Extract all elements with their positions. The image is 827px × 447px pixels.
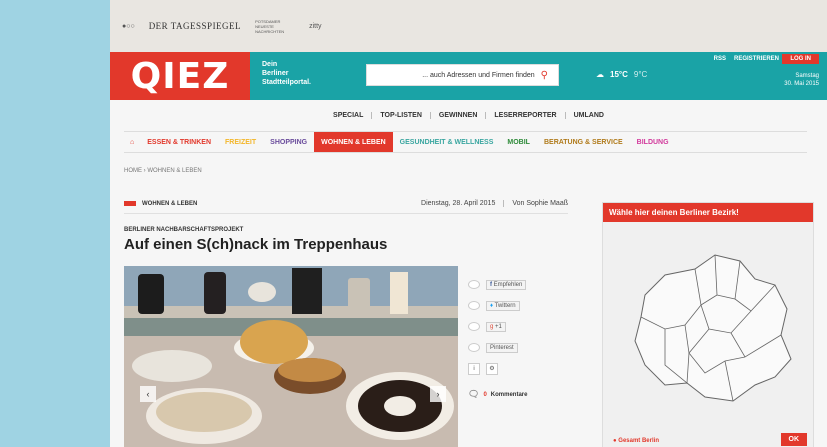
home-icon[interactable]: ⌂ bbox=[124, 132, 140, 152]
nav-mobil[interactable]: MOBIL bbox=[500, 132, 537, 152]
article-date: Dienstag, 28. April 2015 bbox=[421, 200, 496, 207]
social-share: f Empfehlen ♦ Twittern g +1 Pinterest i … bbox=[468, 274, 568, 400]
count-bubble-icon bbox=[468, 301, 480, 310]
nav-essen-trinken[interactable]: ESSEN & TRINKEN bbox=[140, 132, 218, 152]
search-placeholder: ... auch Adressen und Firmen finden bbox=[422, 71, 535, 79]
all-berlin-link[interactable]: ● Gesamt Berlin bbox=[613, 438, 659, 444]
site-tagline: Dein Berliner Stadtteilportal. bbox=[262, 61, 312, 86]
twitter-share-button[interactable]: ♦ Twittern bbox=[486, 300, 520, 311]
gallery-prev-button[interactable]: ‹ bbox=[140, 386, 156, 402]
article-headline: Auf einen S(ch)nack im Treppenhaus bbox=[124, 236, 388, 253]
register-link[interactable]: REGISTRIEREN bbox=[734, 56, 779, 62]
twitter-label: Twittern bbox=[494, 302, 516, 309]
subnav-gewinnen[interactable]: GEWINNEN bbox=[431, 112, 487, 119]
nav-wohnen-leben[interactable]: WOHNEN & LEBEN bbox=[314, 132, 393, 152]
pinterest-share-button[interactable]: Pinterest bbox=[486, 342, 518, 353]
berlin-district-map[interactable] bbox=[605, 225, 811, 425]
header-date: Samstag 30. Mai 2015 bbox=[784, 73, 819, 87]
district-selector: Wähle hier deinen Berliner Bezirk! ● Ges… bbox=[602, 202, 814, 447]
district-title: Wähle hier deinen Berliner Bezirk! bbox=[603, 203, 813, 222]
nav-bildung[interactable]: BILDUNG bbox=[630, 132, 676, 152]
settings-icon[interactable]: ⚙ bbox=[486, 362, 498, 375]
subnav-special[interactable]: SPECIAL bbox=[325, 112, 373, 119]
section-marker bbox=[124, 201, 136, 206]
comment-icon: 🗨 bbox=[468, 389, 480, 399]
browser-page: ●○○ DER TAGESSPIEGEL POTSDAMER NEUESTE N… bbox=[110, 0, 827, 447]
facebook-label: Empfehlen bbox=[493, 281, 523, 288]
nav-gesundheit-wellness[interactable]: GESUNDHEIT & WELLNESS bbox=[393, 132, 501, 152]
search-icon[interactable]: ⚲ bbox=[541, 70, 548, 81]
info-icon[interactable]: i bbox=[468, 362, 480, 375]
comments-count: 0 bbox=[483, 391, 487, 398]
gplus-icon: g bbox=[490, 323, 494, 330]
comments-link[interactable]: 🗨 0 Kommentare bbox=[468, 389, 568, 400]
twitter-icon: ♦ bbox=[490, 302, 494, 309]
main-nav: ⌂ ESSEN & TRINKEN FREIZEIT SHOPPING WOHN… bbox=[124, 131, 807, 153]
search-input[interactable]: ... auch Adressen und Firmen finden ⚲ bbox=[366, 64, 559, 86]
ok-button[interactable]: OK bbox=[780, 433, 807, 446]
publisher-bar: ●○○ DER TAGESSPIEGEL POTSDAMER NEUESTE N… bbox=[110, 0, 827, 52]
rss-link[interactable]: RSS bbox=[714, 56, 726, 62]
publisher-logo-icon: ●○○ bbox=[122, 22, 135, 30]
secondary-nav: SPECIAL TOP-LISTEN GEWINNEN LESERREPORTE… bbox=[110, 112, 827, 119]
site-logo: QIEZ bbox=[130, 55, 230, 97]
article-section[interactable]: WOHNEN & LEBEN bbox=[142, 201, 197, 207]
subnav-leserreporter[interactable]: LESERREPORTER bbox=[486, 112, 566, 119]
photo-image bbox=[124, 266, 458, 447]
article-kicker: BERLINER NACHBARSCHAFTSPROJEKT bbox=[124, 227, 244, 233]
login-button[interactable]: LOG IN bbox=[782, 54, 819, 64]
weather-widget: ☁ 15°C 9°C bbox=[596, 70, 647, 79]
account-links: RSS REGISTRIEREN bbox=[714, 56, 779, 62]
weather-temp: 15°C bbox=[610, 70, 628, 79]
pnn-link[interactable]: POTSDAMER NEUESTE NACHRICHTEN bbox=[255, 19, 295, 34]
nav-beratung-service[interactable]: BERATUNG & SERVICE bbox=[537, 132, 630, 152]
article-author: Von Sophie Maaß bbox=[503, 200, 568, 207]
tagesspiegel-link[interactable]: DER TAGESSPIEGEL bbox=[149, 21, 241, 31]
gplus-label: +1 bbox=[495, 323, 502, 330]
facebook-icon: f bbox=[490, 281, 492, 288]
facebook-share-button[interactable]: f Empfehlen bbox=[486, 279, 527, 290]
breadcrumb[interactable]: HOME › WOHNEN & LEBEN bbox=[124, 168, 202, 174]
count-bubble-icon bbox=[468, 343, 480, 352]
logo-link[interactable]: QIEZ bbox=[110, 52, 250, 100]
gallery-next-button[interactable]: › bbox=[430, 386, 446, 402]
zitty-link[interactable]: zitty bbox=[309, 23, 321, 30]
all-berlin-label: Gesamt Berlin bbox=[618, 438, 659, 444]
location-pin-icon: ● bbox=[613, 438, 617, 444]
nav-shopping[interactable]: SHOPPING bbox=[263, 132, 314, 152]
article-meta: WOHNEN & LEBEN Dienstag, 28. April 2015 … bbox=[124, 200, 568, 214]
count-bubble-icon bbox=[468, 280, 480, 289]
weather-temp-low: 9°C bbox=[633, 70, 648, 79]
nav-freizeit[interactable]: FREIZEIT bbox=[218, 132, 263, 152]
subnav-umland[interactable]: UMLAND bbox=[566, 112, 612, 119]
comments-label: Kommentare bbox=[490, 391, 528, 398]
site-header: QIEZ Dein Berliner Stadtteilportal. ... … bbox=[110, 52, 827, 100]
article-photo bbox=[124, 266, 458, 447]
cloud-icon: ☁ bbox=[596, 70, 604, 79]
count-bubble-icon bbox=[468, 322, 480, 331]
subnav-top-listen[interactable]: TOP-LISTEN bbox=[372, 112, 431, 119]
gplus-share-button[interactable]: g +1 bbox=[486, 321, 506, 332]
